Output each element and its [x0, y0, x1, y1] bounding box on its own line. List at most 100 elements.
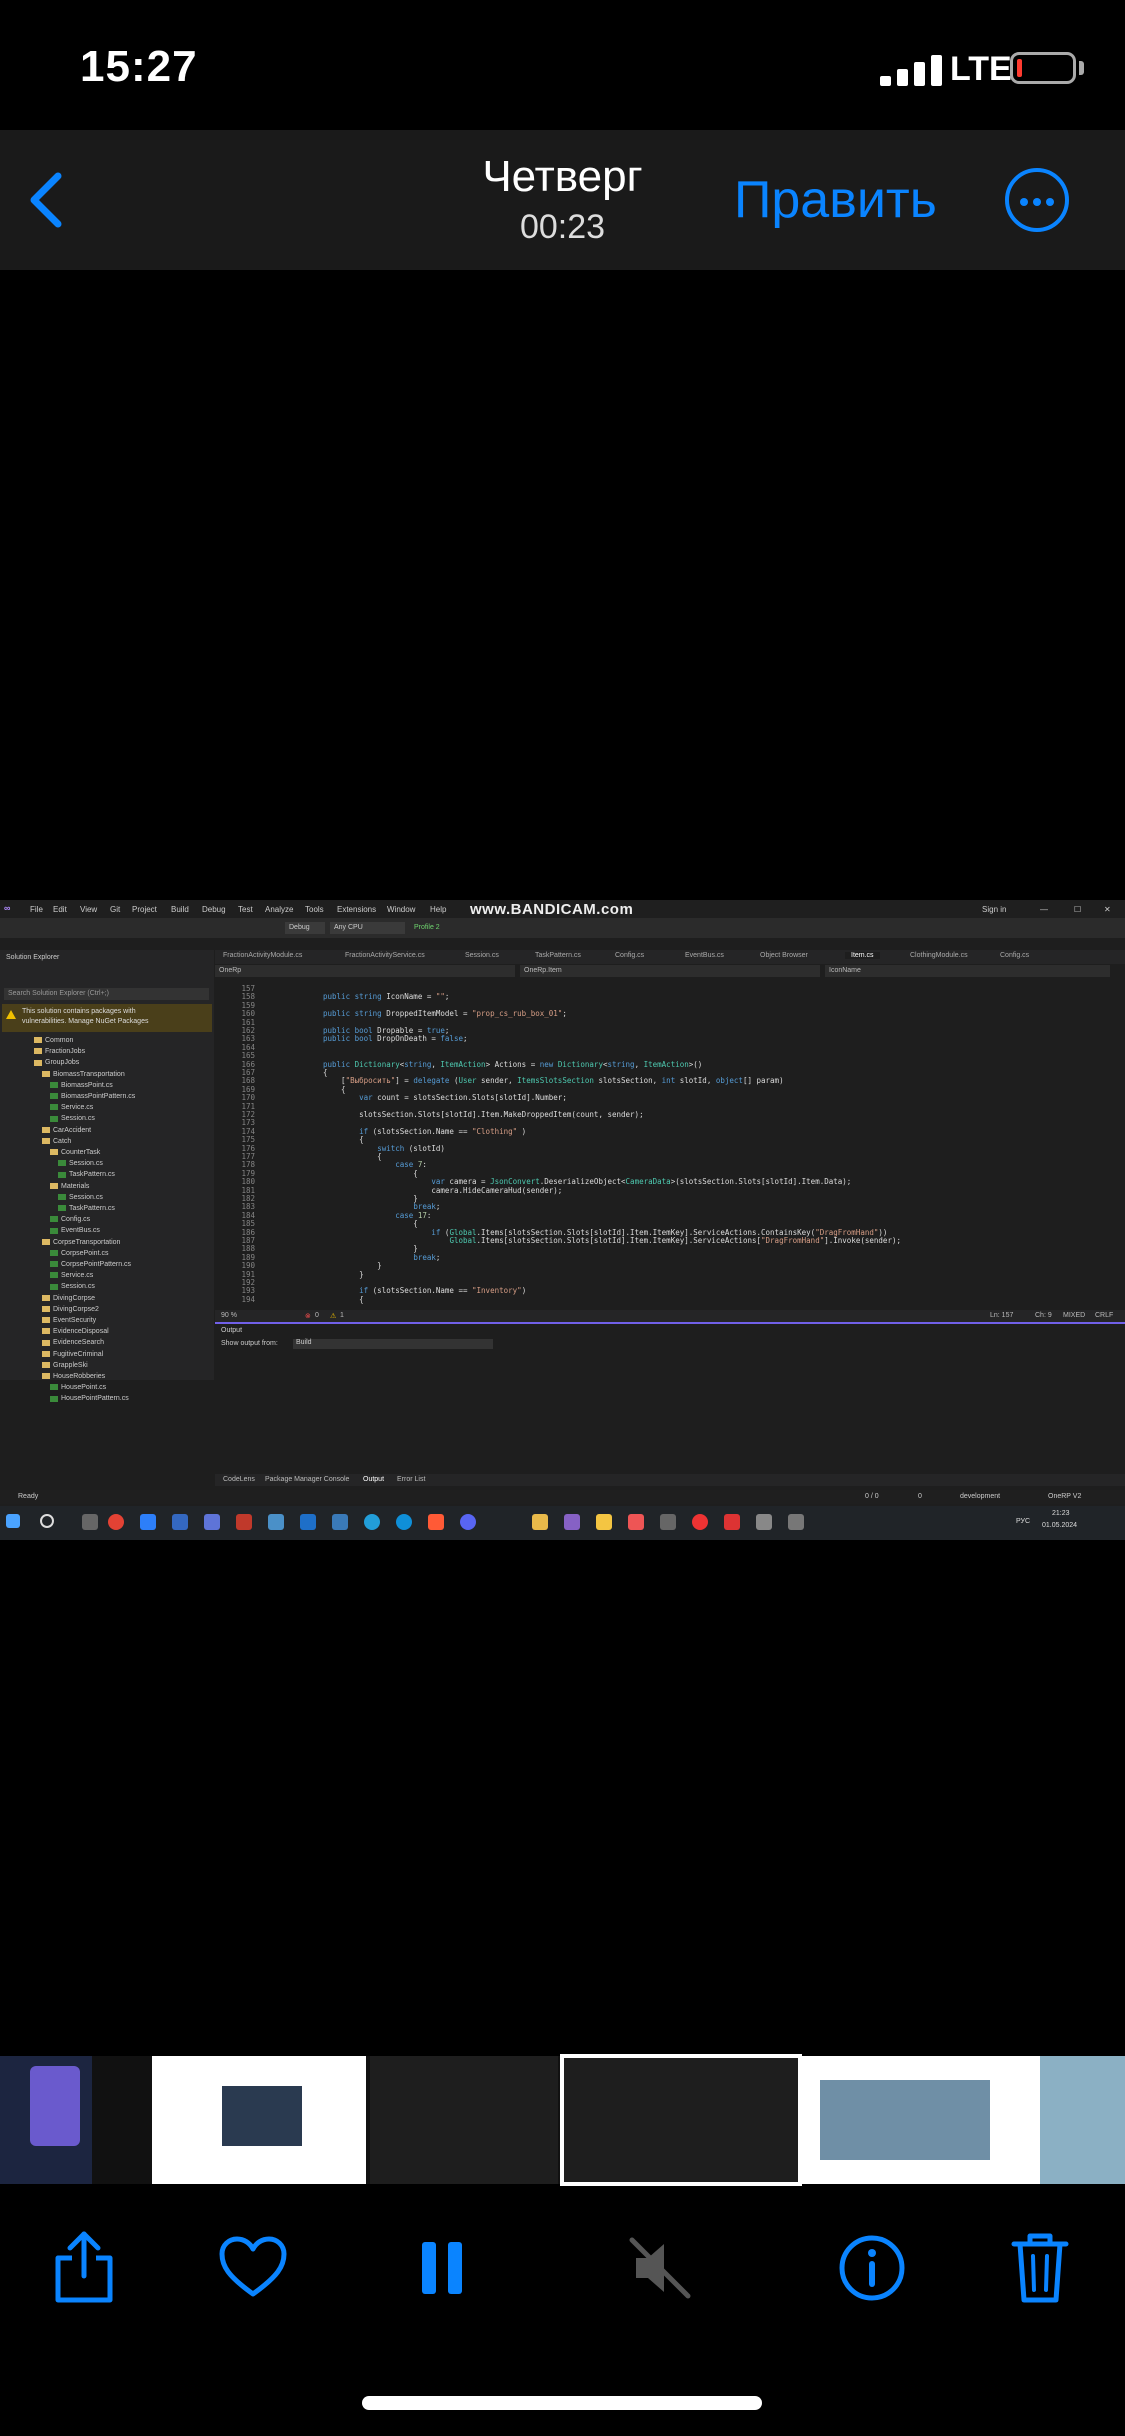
solution-tree-item[interactable]: CarAccident [42, 1127, 91, 1134]
warning-count[interactable]: 1 [340, 1312, 344, 1319]
tab-error-list[interactable]: Error List [397, 1476, 425, 1483]
solution-tree-item[interactable]: EventBus.cs [50, 1227, 100, 1234]
search-icon[interactable] [40, 1514, 54, 1528]
app-icon-11[interactable] [788, 1514, 804, 1530]
solution-tree-item[interactable]: DivingCorpse2 [42, 1306, 99, 1313]
share-icon[interactable] [52, 2230, 116, 2304]
app-icon-10[interactable] [756, 1514, 772, 1530]
thumbnail-2[interactable] [152, 2056, 366, 2184]
profile-run-button[interactable]: Profile 2 [410, 922, 458, 934]
tab-fraction-activity-service[interactable]: FractionActivityService.cs [345, 952, 425, 959]
chrome-icon[interactable] [108, 1514, 124, 1530]
powershell-icon[interactable] [172, 1514, 188, 1530]
record-icon[interactable] [692, 1514, 708, 1530]
tab-package-manager[interactable]: Package Manager Console [265, 1476, 349, 1483]
app-icon-2[interactable] [204, 1514, 220, 1530]
taskview-icon[interactable] [82, 1514, 98, 1530]
solution-tree-item[interactable]: EvidenceSearch [42, 1339, 104, 1346]
solution-tree-item[interactable]: TaskPattern.cs [58, 1205, 115, 1212]
solution-tree-item[interactable]: Config.cs [50, 1216, 90, 1223]
class-dropdown[interactable]: OneRp.Item [520, 965, 820, 977]
menu-build[interactable]: Build [171, 905, 189, 914]
solution-tree-item[interactable]: GrappleSki [42, 1362, 88, 1369]
app-icon-8[interactable] [660, 1514, 676, 1530]
tab-config[interactable]: Config.cs [615, 952, 644, 959]
solution-tree-item[interactable]: Session.cs [50, 1283, 95, 1290]
thumbnail-1[interactable] [0, 2056, 92, 2184]
edit-button[interactable]: Править [734, 170, 937, 230]
solution-tree-item[interactable]: Catch [42, 1138, 71, 1145]
error-count[interactable]: 0 [315, 1312, 319, 1319]
menu-debug[interactable]: Debug [202, 905, 226, 914]
solution-tree-item[interactable]: Service.cs [50, 1272, 93, 1279]
solution-tree-item[interactable]: EventSecurity [42, 1317, 96, 1324]
explorer-icon[interactable] [532, 1514, 548, 1530]
app-icon-6[interactable] [596, 1514, 612, 1530]
solution-tree-item[interactable]: Session.cs [50, 1115, 95, 1122]
tab-item-active[interactable]: Item.cs [845, 952, 880, 959]
tab-task-pattern[interactable]: TaskPattern.cs [535, 952, 581, 959]
solution-tree-item[interactable]: Common [34, 1037, 73, 1044]
app-icon-7[interactable] [628, 1514, 644, 1530]
code-editor[interactable]: 157 158 public string IconName = ""; 159 160… [215, 980, 1110, 1310]
telegram-icon[interactable] [364, 1514, 380, 1530]
git-changes[interactable]: 0 / 0 [865, 1493, 879, 1500]
favorite-heart-icon[interactable] [218, 2236, 288, 2298]
sign-in-link[interactable]: Sign in [982, 905, 1006, 914]
tray-language[interactable]: РУС [1016, 1518, 1030, 1525]
tab-object-browser[interactable]: Object Browser [760, 952, 808, 959]
solution-tree-item[interactable]: CorpsePoint.cs [50, 1250, 108, 1257]
menu-analyze[interactable]: Analyze [265, 905, 293, 914]
solution-tree-item[interactable]: FugitiveCriminal [42, 1351, 103, 1358]
menu-file[interactable]: File [30, 905, 43, 914]
tab-session[interactable]: Session.cs [465, 952, 499, 959]
menu-view[interactable]: View [80, 905, 97, 914]
solution-tree-item[interactable]: EvidenceDisposal [42, 1328, 109, 1335]
menu-help[interactable]: Help [430, 905, 446, 914]
thumbnail-6[interactable] [1040, 2056, 1125, 2184]
solution-tree-item[interactable]: HousePoint.cs [50, 1384, 106, 1391]
thumbnail-strip[interactable] [0, 2054, 1125, 2186]
git-repo[interactable]: OneRP V2 [1048, 1493, 1081, 1500]
menu-git[interactable]: Git [110, 905, 120, 914]
minimize-icon[interactable]: — [1040, 905, 1048, 914]
app-icon-1[interactable] [140, 1514, 156, 1530]
solution-tree-item[interactable]: BiomassPoint.cs [50, 1082, 113, 1089]
menu-test[interactable]: Test [238, 905, 253, 914]
thumbnail-current[interactable] [560, 2054, 802, 2186]
member-dropdown[interactable]: IconName [825, 965, 1110, 977]
tab-fraction-activity-module[interactable]: FractionActivityModule.cs [223, 952, 302, 959]
git-branch[interactable]: development [960, 1493, 1000, 1500]
solution-tree-item[interactable]: BiomassTransportation [42, 1071, 125, 1078]
video-frame[interactable]: ∞ File Edit View Git Project Build Debug… [0, 900, 1125, 1540]
solution-tree-item[interactable]: HousePointPattern.cs [50, 1395, 129, 1402]
app-icon-4[interactable] [268, 1514, 284, 1530]
vscode-icon[interactable] [300, 1514, 316, 1530]
platform-dropdown[interactable]: Any CPU [330, 922, 405, 934]
tab-clothing-module[interactable]: ClothingModule.cs [910, 952, 968, 959]
output-source-dropdown[interactable]: Build [293, 1339, 493, 1349]
solution-tree-item[interactable]: Materials [50, 1183, 89, 1190]
solution-search-input[interactable]: Search Solution Explorer (Ctrl+;) [4, 988, 209, 1000]
solution-tree-item[interactable]: DivingCorpse [42, 1295, 95, 1302]
tab-codelens[interactable]: CodeLens [223, 1476, 255, 1483]
menu-window[interactable]: Window [387, 905, 415, 914]
visual-studio-icon[interactable] [564, 1514, 580, 1530]
solution-tree-item[interactable]: Session.cs [58, 1194, 103, 1201]
tray-date[interactable]: 01.05.2024 [1042, 1522, 1077, 1529]
solution-tree-item[interactable]: HouseRobberies [42, 1373, 105, 1380]
solution-tree-item[interactable]: CorpseTransportation [42, 1239, 120, 1246]
config-dropdown[interactable]: Debug [285, 922, 325, 934]
solution-tree-item[interactable]: CounterTask [50, 1149, 100, 1156]
solution-tree-item[interactable]: CorpsePointPattern.cs [50, 1261, 131, 1268]
solution-tree-item[interactable]: Service.cs [50, 1104, 93, 1111]
app-icon-5[interactable] [428, 1514, 444, 1530]
word-icon[interactable] [332, 1514, 348, 1530]
close-window-icon[interactable]: ✕ [1104, 905, 1111, 914]
tab-output[interactable]: Output [363, 1476, 384, 1483]
more-options-icon[interactable] [1005, 168, 1069, 232]
warning-text-2[interactable]: vulnerabilities. Manage NuGet Packages [22, 1018, 148, 1025]
tab-event-bus[interactable]: EventBus.cs [685, 952, 724, 959]
mute-speaker-icon[interactable] [628, 2236, 692, 2300]
project-dropdown[interactable]: OneRp [215, 965, 515, 977]
